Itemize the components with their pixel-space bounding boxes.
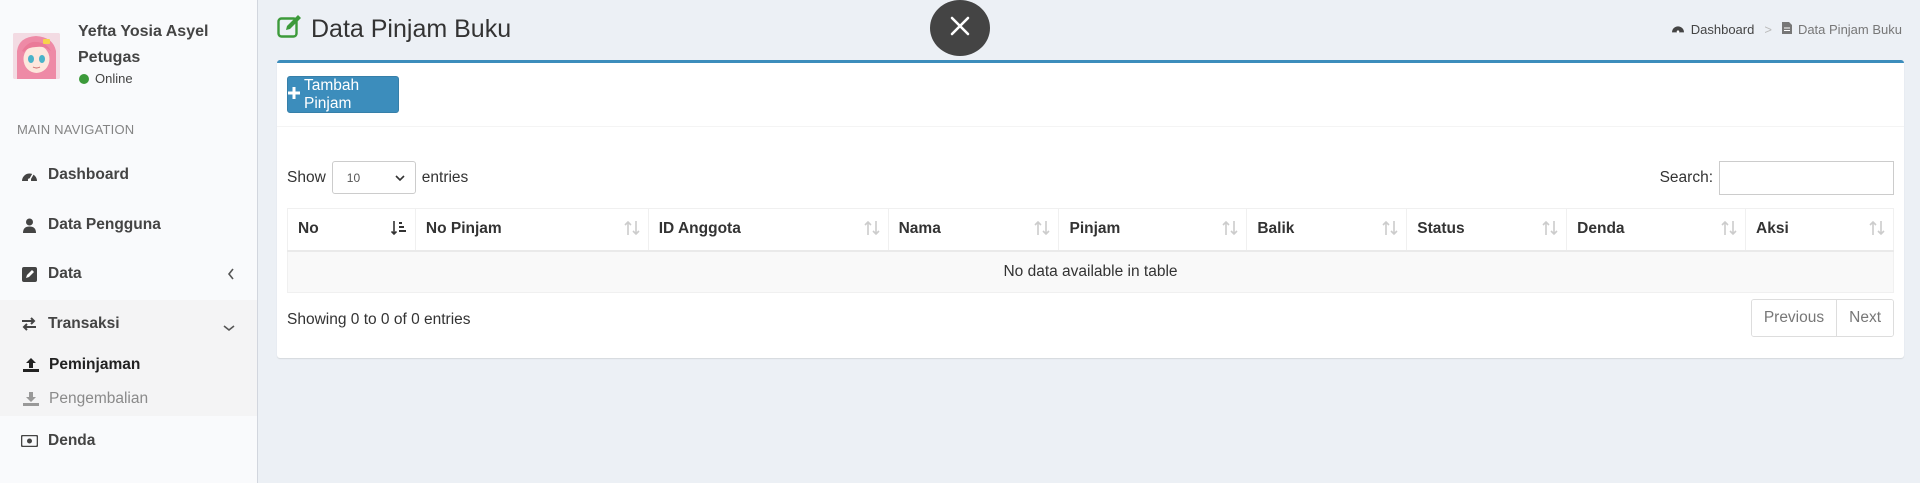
sidebar-item-label: Data [48, 265, 82, 282]
search-control: Search: [1660, 161, 1894, 195]
entries-label: entries [421, 168, 469, 186]
column-header-nama[interactable]: Nama [887, 208, 1060, 252]
column-header-label: No [298, 220, 319, 238]
table-header-row: No No Pinjam ID Anggota Nama Pinjam Bali… [287, 208, 1894, 252]
column-header-no[interactable]: No [287, 208, 416, 252]
user-status-label: Online [95, 71, 133, 86]
chevron-down-icon [223, 319, 235, 337]
divider [277, 126, 1904, 127]
column-header-status[interactable]: Status [1406, 208, 1568, 252]
sidebar-subitem-label: Peminjaman [49, 356, 141, 373]
page-title-text: Data Pinjam Buku [311, 14, 512, 43]
column-header-denda[interactable]: Denda [1566, 208, 1747, 252]
online-dot-icon [79, 73, 89, 84]
page-title: Data Pinjam Buku [277, 12, 511, 46]
page-size-select[interactable]: 10 [331, 161, 416, 194]
sidebar-item-label: Denda [48, 432, 96, 449]
money-icon [20, 432, 38, 450]
table-info: Showing 0 to 0 of 0 entries [287, 311, 471, 328]
column-header-id-anggota[interactable]: ID Anggota [647, 208, 889, 252]
column-header-label: No Pinjam [425, 220, 502, 238]
sort-icon [1721, 220, 1737, 241]
sort-icon [1222, 220, 1238, 241]
close-icon [950, 16, 970, 41]
column-header-aksi[interactable]: Aksi [1745, 208, 1894, 252]
column-header-label: Nama [898, 220, 941, 238]
column-header-label: Denda [1577, 220, 1625, 238]
edit-square-icon [277, 14, 303, 45]
plus-icon [288, 86, 300, 104]
sidebar-item-denda[interactable]: Denda [0, 417, 257, 465]
close-button[interactable] [930, 0, 990, 56]
dashboard-icon [20, 166, 38, 184]
sort-icon [1034, 220, 1051, 241]
search-label: Search: [1659, 169, 1713, 186]
sort-asc-icon [390, 220, 407, 241]
sort-icon [864, 220, 880, 241]
breadcrumb-separator: > [1764, 22, 1772, 37]
user-icon [20, 216, 38, 234]
sidebar-subitem-label: Pengembalian [49, 390, 149, 407]
user-status: Online [79, 71, 133, 86]
column-header-label: ID Anggota [658, 220, 741, 238]
user-panel: Yefta Yosia Asyel Petugas Online [13, 14, 248, 94]
sidebar-subitem-peminjaman[interactable]: Peminjaman [0, 348, 257, 382]
column-header-no-pinjam[interactable]: No Pinjam [414, 208, 649, 252]
sidebar-item-label: Transaksi [48, 315, 120, 332]
dashboard-icon [1671, 22, 1685, 37]
table-row: No data available in table [287, 250, 1894, 293]
sort-icon [1869, 220, 1885, 241]
search-input[interactable] [1719, 161, 1894, 195]
upload-icon [22, 356, 40, 374]
empty-table-message: No data available in table [287, 250, 1894, 293]
column-header-label: Pinjam [1069, 220, 1121, 238]
breadcrumb: Dashboard > Data Pinjam Buku [1671, 22, 1902, 37]
file-icon [1781, 22, 1792, 37]
sidebar-item-dashboard[interactable]: Dashboard [0, 151, 257, 199]
data-box: Tambah Pinjam Show 10 entries Search: No [277, 60, 1904, 358]
page-size-control: Show 10 entries [287, 161, 468, 194]
column-header-label: Aksi [1756, 220, 1789, 238]
nav-header: MAIN NAVIGATION [17, 122, 135, 137]
show-label: Show [287, 168, 326, 186]
sidebar-item-data[interactable]: Data [0, 250, 257, 298]
sidebar: Yefta Yosia Asyel Petugas Online MAIN NA… [0, 0, 258, 483]
edit-icon [20, 265, 38, 283]
sidebar-item-data-pengguna[interactable]: Data Pengguna [0, 201, 257, 249]
sort-icon [1542, 220, 1558, 241]
user-avatar [13, 33, 60, 79]
sidebar-item-transaksi[interactable]: Transaksi [0, 300, 257, 348]
breadcrumb-current: Data Pinjam Buku [1797, 22, 1902, 37]
column-header-balik[interactable]: Balik [1246, 208, 1408, 252]
column-header-label: Status [1417, 220, 1465, 238]
previous-page-button[interactable]: Previous [1751, 300, 1837, 336]
user-name: Yefta Yosia Asyel Petugas [78, 23, 209, 66]
download-icon [22, 390, 40, 408]
sidebar-subitem-pengembalian[interactable]: Pengembalian [0, 382, 257, 416]
add-loan-label: Tambah Pinjam [304, 76, 360, 112]
page-size-value: 10 [346, 170, 361, 185]
sort-icon [624, 220, 640, 241]
sort-icon [1382, 220, 1398, 241]
next-page-button[interactable]: Next [1836, 300, 1893, 336]
breadcrumb-home[interactable]: Dashboard [1691, 22, 1755, 37]
sidebar-item-label: Data Pengguna [48, 216, 161, 233]
chevron-left-icon [227, 267, 235, 285]
loan-table: No No Pinjam ID Anggota Nama Pinjam Bali… [287, 208, 1894, 293]
column-header-pinjam[interactable]: Pinjam [1058, 208, 1248, 252]
exchange-icon [20, 315, 38, 333]
pagination: Previous Next [1750, 299, 1894, 337]
column-header-label: Balik [1257, 220, 1295, 238]
chevron-down-icon [395, 171, 405, 185]
sidebar-item-label: Dashboard [48, 166, 129, 183]
add-loan-button[interactable]: Tambah Pinjam [287, 76, 399, 113]
